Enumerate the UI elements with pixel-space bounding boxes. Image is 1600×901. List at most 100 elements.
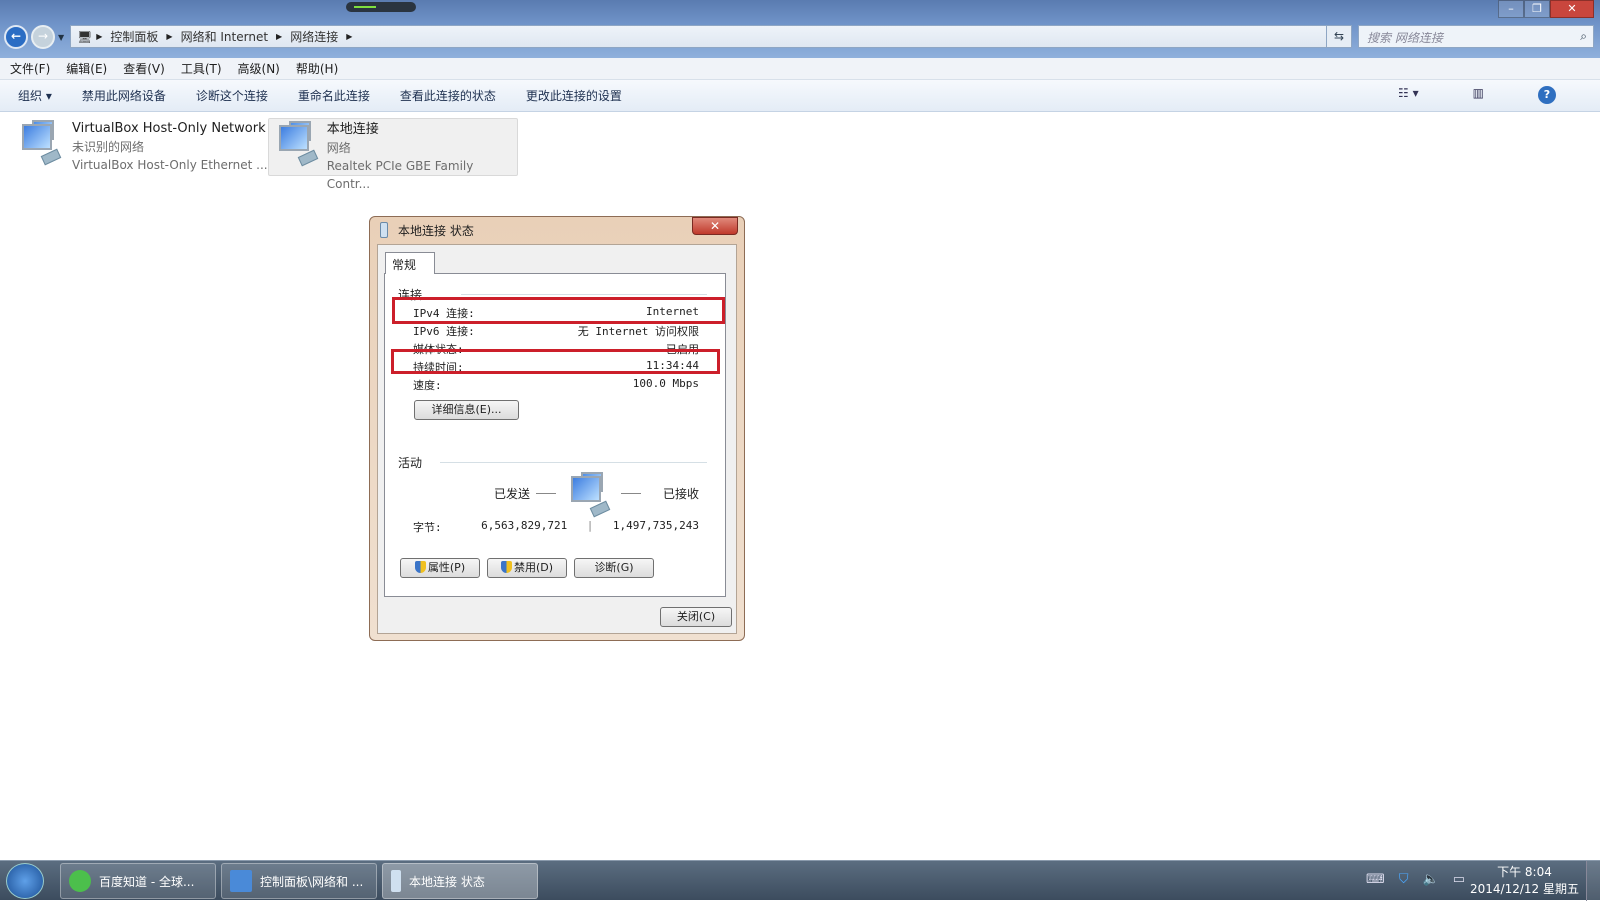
uac-shield-icon (414, 561, 426, 573)
highlight-box-duration (391, 349, 720, 374)
breadcrumb-control-panel[interactable]: 控制面板 (110, 28, 158, 45)
chevron-right-icon: ▶ (96, 32, 103, 41)
dialog-close-button[interactable]: ✕ (692, 217, 738, 235)
search-placeholder: 搜索 网络连接 (1367, 31, 1443, 45)
diagnose-button[interactable]: 诊断(G) (574, 558, 654, 578)
progress-indicator (346, 2, 416, 12)
disable-device-button[interactable]: 禁用此网络设备 (82, 87, 166, 104)
menu-file[interactable]: 文件(F) (10, 60, 50, 77)
taskbar-item-status-dialog[interactable]: 本地连接 状态 (382, 863, 538, 899)
change-settings-button[interactable]: 更改此连接的设置 (526, 87, 622, 104)
bytes-label: 字节: (413, 521, 442, 534)
recent-pages-dropdown[interactable]: ▼ (58, 33, 64, 42)
divider (536, 493, 556, 494)
row-value: 100.0 Mbps (632, 377, 699, 390)
browser-icon (69, 870, 91, 892)
divider (621, 493, 641, 494)
network-adapter-icon (275, 121, 319, 171)
chevron-right-icon: ▶ (166, 32, 173, 41)
rename-connection-button[interactable]: 重命名此连接 (298, 87, 370, 104)
adapter-name: VirtualBox Host-Only Network (72, 121, 266, 136)
dialog-title: 本地连接 状态 (398, 224, 474, 238)
speed-row: 速度: 100.0 Mbps (413, 377, 699, 394)
adapter-virtualbox[interactable]: VirtualBox Host-Only Network 未识别的网络 Virt… (12, 118, 274, 176)
properties-button[interactable]: 属性(P) (400, 558, 480, 578)
clock[interactable]: 下午 8:04 2014/12/12 星期五 (1470, 864, 1579, 898)
search-icon[interactable]: ⌕ (1580, 29, 1587, 44)
close-button[interactable]: 关闭(C) (660, 607, 732, 627)
highlight-box-ipv4 (392, 297, 725, 324)
tab-panel: 连接 IPv4 连接: Internet IPv6 连接: 无 Internet 访… (384, 273, 726, 597)
divider (461, 294, 707, 295)
network-activity-icon (567, 472, 613, 522)
minimize-button[interactable]: – (1498, 0, 1524, 18)
help-icon[interactable]: ? (1538, 86, 1556, 104)
uac-shield-icon (500, 561, 512, 573)
clock-date: 2014/12/12 星期五 (1470, 882, 1579, 896)
keyboard-icon[interactable]: ⌨ (1366, 872, 1385, 887)
taskbar-label: 控制面板\网络和 ... (260, 874, 364, 889)
preview-pane-icon[interactable]: ▥ (1473, 86, 1484, 104)
forward-button[interactable]: → (31, 25, 55, 49)
menu-view[interactable]: 查看(V) (123, 60, 165, 77)
close-window-button[interactable]: ✕ (1550, 0, 1594, 18)
details-button[interactable]: 详细信息(E)... (414, 400, 519, 420)
chevron-right-icon[interactable]: ▶ (346, 32, 352, 41)
button-label: 属性(P) (427, 561, 466, 574)
diagnose-connection-button[interactable]: 诊断这个连接 (196, 87, 268, 104)
control-panel-icon: 🖥 (77, 29, 93, 44)
clock-time: 下午 8:04 (1497, 865, 1552, 879)
organize-button[interactable]: 组织 ▾ (18, 87, 52, 104)
menu-edit[interactable]: 编辑(E) (66, 60, 107, 77)
bytes-sent: 6,563,829,721 (481, 519, 568, 532)
row-label: IPv6 连接: (413, 325, 475, 338)
row-label: 速度: (413, 379, 442, 392)
taskbar-item-control-panel[interactable]: 控制面板\网络和 ... (221, 863, 377, 899)
search-input[interactable]: 搜索 网络连接 ⌕ (1358, 25, 1594, 48)
connection-status-dialog: 本地连接 状态 ✕ 常规 连接 IPv4 连接: Internet IPv6 连接… (369, 216, 745, 641)
network-adapter-icon (18, 120, 64, 170)
breadcrumb-network-internet[interactable]: 网络和 Internet (181, 28, 268, 45)
command-bar: 组织 ▾ 禁用此网络设备 诊断这个连接 重命名此连接 查看此连接的状态 更改此连… (0, 80, 1600, 112)
received-label: 已接收 (663, 487, 700, 501)
menu-advanced[interactable]: 高级(N) (238, 60, 280, 77)
taskbar: 百度知道 - 全球... 控制面板\网络和 ... 本地连接 状态 ⌨ ⛉ 🔈 … (0, 860, 1600, 901)
show-desktop-button[interactable] (1586, 861, 1600, 901)
volume-icon[interactable]: 🔈 (1423, 872, 1439, 887)
adapter-device: Realtek PCIe GBE Family Contr... (326, 159, 474, 191)
dialog-body: 常规 连接 IPv4 连接: Internet IPv6 连接: 无 Interne… (377, 244, 737, 634)
sent-label: 已发送 (494, 487, 531, 501)
window-titlebar: – ❐ ✕ ← → ▼ 🖥 ▶ 控制面板 ▶ 网络和 Internet ▶ 网络… (0, 0, 1600, 58)
taskbar-item-browser[interactable]: 百度知道 - 全球... (60, 863, 216, 899)
divider (440, 462, 707, 463)
bytes-row: 字节: 6,563,829,721 | 1,497,735,243 (413, 519, 699, 536)
breadcrumb-network-connections[interactable]: 网络连接 (290, 28, 338, 45)
bytes-received: 1,497,735,243 (612, 519, 699, 532)
chevron-right-icon: ▶ (276, 32, 283, 41)
address-bar[interactable]: 🖥 ▶ 控制面板 ▶ 网络和 Internet ▶ 网络连接 ▶ ▼ (70, 25, 1352, 48)
view-status-button[interactable]: 查看此连接的状态 (400, 87, 496, 104)
menu-bar: 文件(F) 编辑(E) 查看(V) 工具(T) 高级(N) 帮助(H) (0, 58, 1600, 80)
start-button[interactable] (6, 863, 44, 899)
menu-tools[interactable]: 工具(T) (181, 60, 222, 77)
adapter-status: 网络 (326, 141, 351, 155)
menu-help[interactable]: 帮助(H) (296, 60, 338, 77)
taskbar-label: 百度知道 - 全球... (99, 874, 195, 889)
window-controls: – ❐ ✕ (1498, 0, 1594, 18)
network-tray-icon[interactable]: ▭ (1453, 872, 1465, 887)
adapter-local-connection[interactable]: 本地连接 网络 Realtek PCIe GBE Family Contr... (268, 118, 518, 191)
network-icon (230, 870, 252, 892)
refresh-button[interactable]: ⇆ (1326, 25, 1352, 48)
maximize-button[interactable]: ❐ (1524, 0, 1550, 18)
divider: | (586, 519, 594, 532)
view-options-icon[interactable]: ☷ ▾ (1398, 86, 1419, 104)
adapter-status: 未识别的网络 (72, 140, 145, 154)
row-value: 无 Internet 访问权限 (577, 325, 699, 338)
adapter-device: VirtualBox Host-Only Ethernet ... (72, 158, 268, 172)
disable-button[interactable]: 禁用(D) (487, 558, 567, 578)
tab-general[interactable]: 常规 (385, 252, 435, 274)
taskbar-label: 本地连接 状态 (409, 874, 485, 889)
adapter-name: 本地连接 (326, 122, 379, 137)
security-shield-icon[interactable]: ⛉ (1399, 872, 1409, 887)
back-button[interactable]: ← (4, 25, 28, 49)
